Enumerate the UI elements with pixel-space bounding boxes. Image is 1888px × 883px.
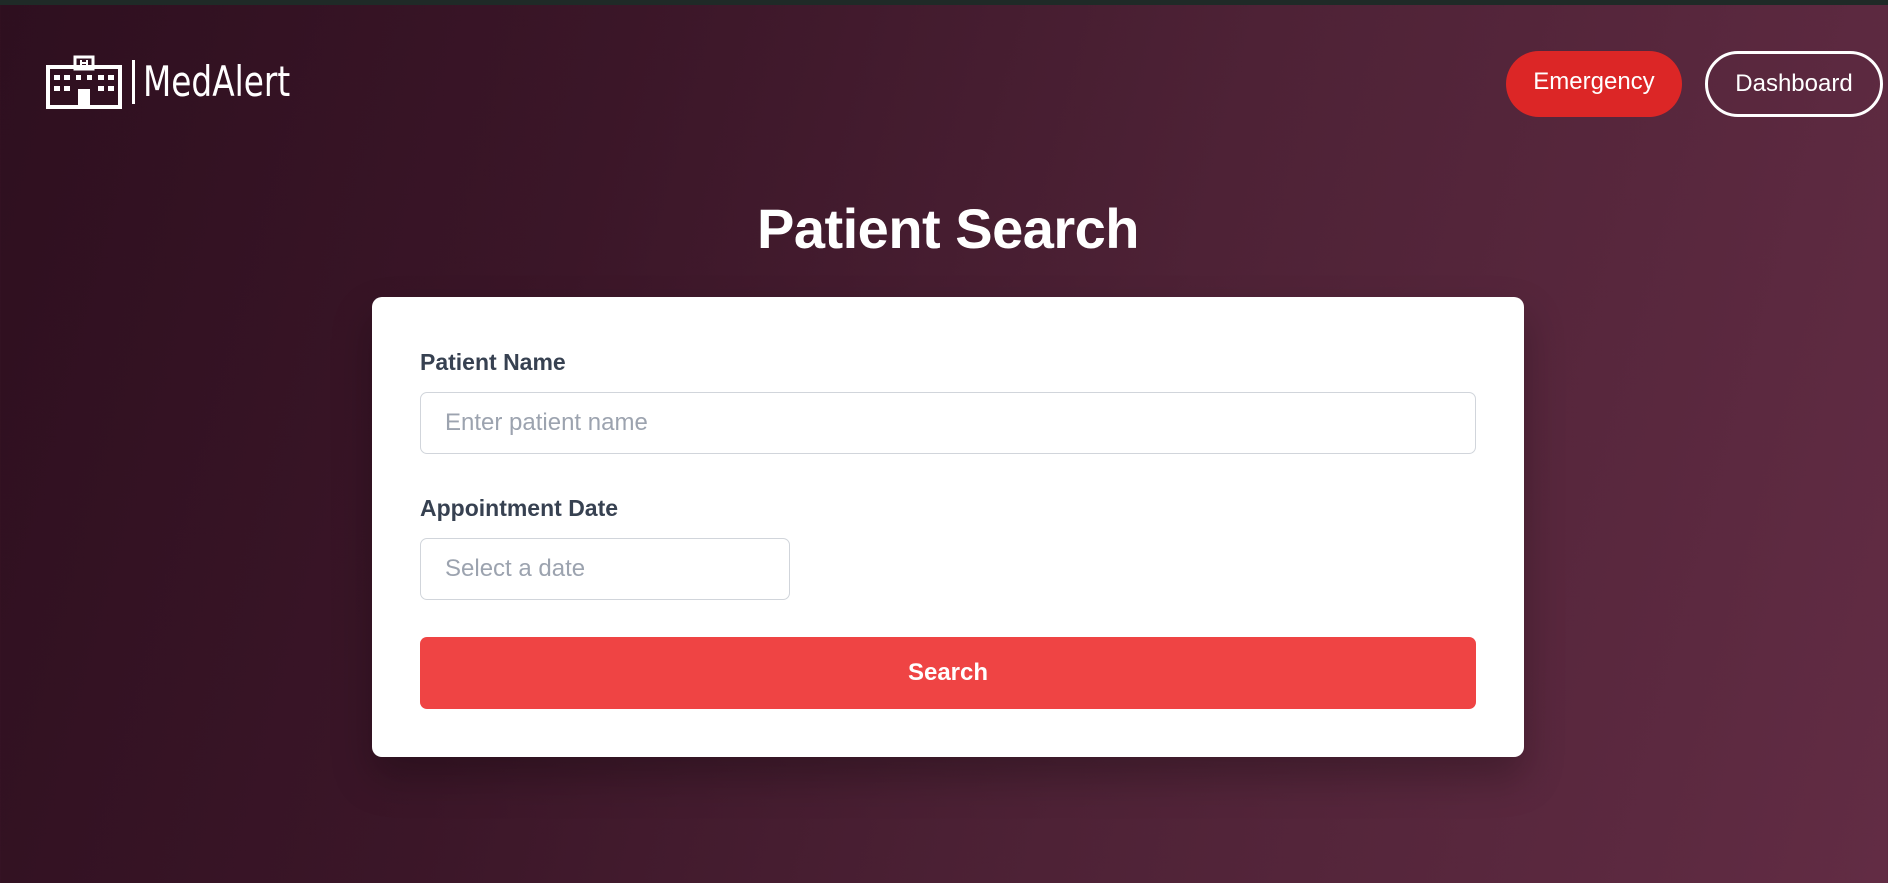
hospital-icon xyxy=(46,55,122,109)
page-title: Patient Search xyxy=(756,197,1140,260)
app-header: MedAlert Emergency Dashboard xyxy=(0,5,1888,155)
patient-name-input[interactable] xyxy=(420,392,1476,454)
logo-text: MedAlert xyxy=(143,57,291,106)
patient-name-label: Patient Name xyxy=(420,349,566,375)
search-button[interactable]: Search xyxy=(420,637,1476,709)
dashboard-button[interactable]: Dashboard xyxy=(1705,51,1883,117)
appointment-date-input[interactable] xyxy=(420,538,790,600)
logo-divider xyxy=(132,60,135,104)
logo[interactable]: MedAlert xyxy=(46,54,332,110)
search-form-card: Patient Name Appointment Date Search xyxy=(372,297,1524,757)
emergency-button[interactable]: Emergency xyxy=(1506,51,1682,117)
appointment-date-label: Appointment Date xyxy=(420,495,619,521)
